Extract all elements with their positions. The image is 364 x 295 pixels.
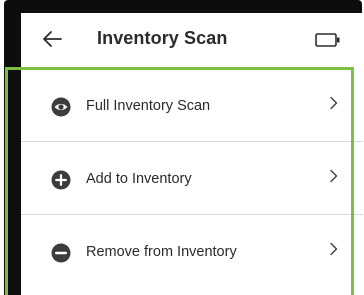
- page-title: Inventory Scan: [97, 28, 228, 48]
- device-screen: Inventory Scan Full Inventory Scan Add t…: [21, 13, 363, 295]
- battery-icon: [315, 33, 341, 47]
- chevron-right-icon: [329, 169, 339, 183]
- menu-item-label: Full Inventory Scan: [86, 98, 211, 114]
- menu-item-label: Remove from Inventory: [86, 244, 237, 260]
- menu-item-full-inventory-scan[interactable]: Full Inventory Scan: [21, 69, 363, 142]
- back-arrow-icon[interactable]: [41, 30, 63, 48]
- app-bar: Inventory Scan: [21, 13, 363, 65]
- inventory-menu-list: Full Inventory Scan Add to Inventory Rem…: [21, 69, 363, 288]
- chevron-right-icon: [329, 242, 339, 256]
- device-frame: Inventory Scan Full Inventory Scan Add t…: [4, 0, 363, 295]
- eye-icon: [51, 97, 71, 117]
- minus-circle-icon: [51, 243, 71, 263]
- chevron-right-icon: [329, 96, 339, 110]
- menu-item-add-to-inventory[interactable]: Add to Inventory: [21, 142, 363, 215]
- menu-item-label: Add to Inventory: [86, 171, 192, 187]
- plus-circle-icon: [51, 170, 71, 190]
- menu-item-remove-from-inventory[interactable]: Remove from Inventory: [21, 215, 363, 288]
